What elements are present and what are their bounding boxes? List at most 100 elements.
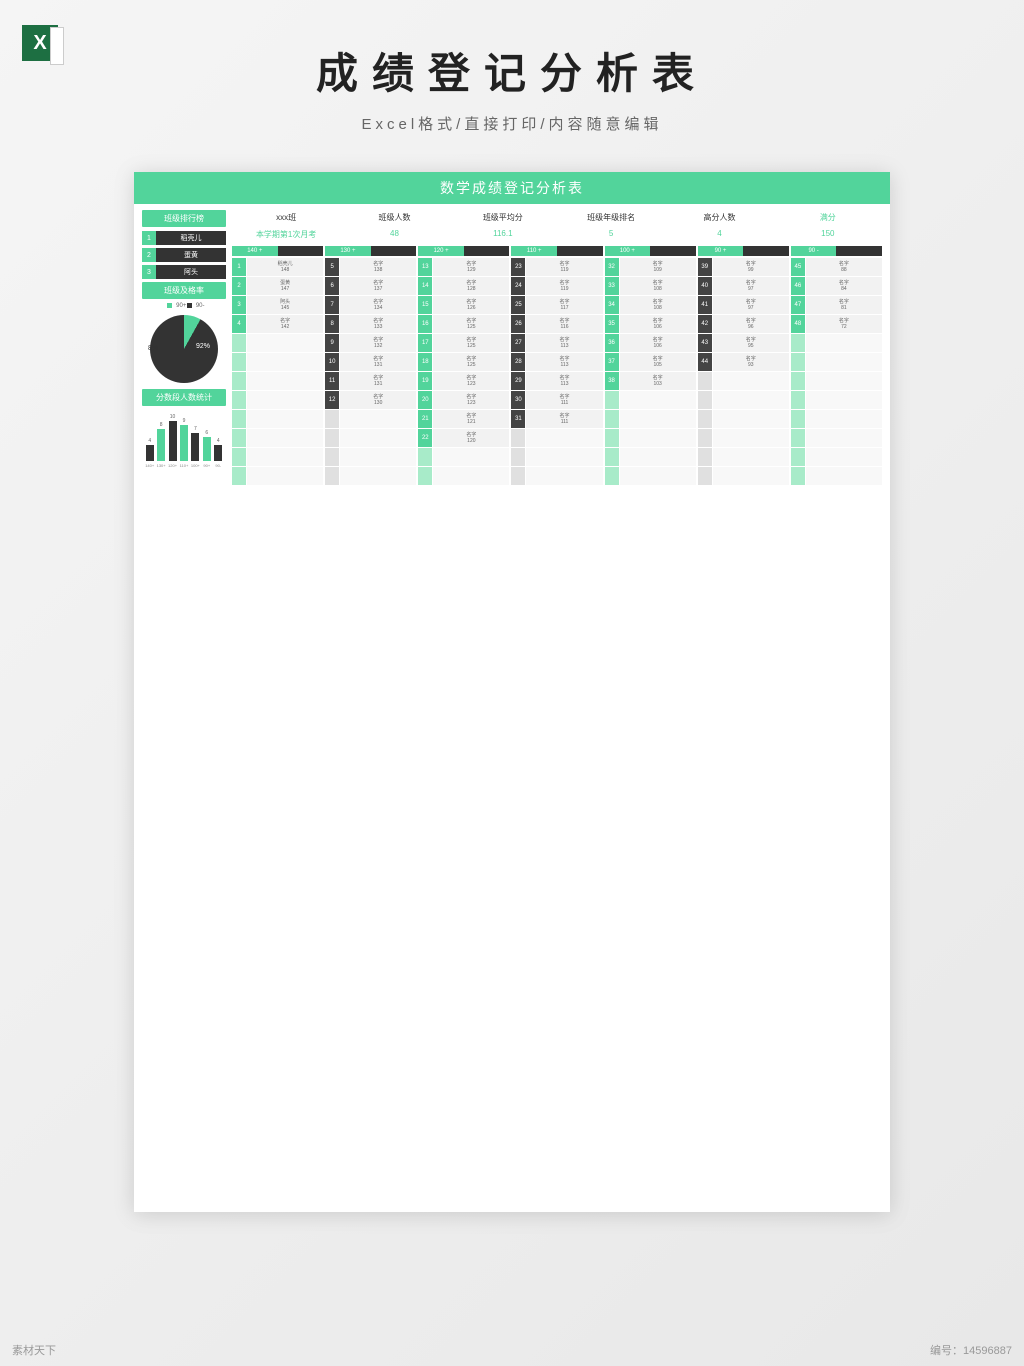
score-row: 27名字113 (511, 334, 602, 352)
score-rank: 43 (698, 334, 712, 352)
score-row-empty (511, 429, 602, 447)
score-rank: 38 (605, 372, 619, 390)
score-row: 26名字116 (511, 315, 602, 333)
score-row: 25名字117 (511, 296, 602, 314)
score-cell: 名字121 (433, 410, 509, 428)
score-row: 13名字129 (418, 258, 509, 276)
score-cell: 名字84 (806, 277, 882, 295)
score-row-empty (605, 410, 696, 428)
score-cell: 名字111 (526, 391, 602, 409)
score-rank: 34 (605, 296, 619, 314)
main-content: xxx班 班级人数 班级平均分 班级年级排名 高分人数 满分 本学期第1次月考 … (232, 210, 882, 485)
pass-rate-title: 班级及格率 (142, 282, 226, 299)
score-row: 18名字125 (418, 353, 509, 371)
bar-item: 4140+ (144, 438, 155, 468)
score-rank: 14 (418, 277, 432, 295)
score-cell: 名字119 (526, 277, 602, 295)
score-column: 5名字1386名字1377名字1348名字1339名字13210名字13111名… (325, 258, 416, 485)
score-row-empty (791, 448, 882, 466)
score-rank: 24 (511, 277, 525, 295)
score-row-empty (325, 448, 416, 466)
score-row: 1稻壳儿148 (232, 258, 323, 276)
score-cell: 阿头145 (247, 296, 323, 314)
bar-item: 490- (213, 438, 224, 468)
score-row: 29名字113 (511, 372, 602, 390)
score-row: 9名字132 (325, 334, 416, 352)
score-rank: 48 (791, 315, 805, 333)
class-label: xxx班 (232, 210, 340, 225)
score-row: 34名字108 (605, 296, 696, 314)
ranking-title: 班级排行榜 (142, 210, 226, 227)
bar-item: 690+ (201, 430, 212, 468)
score-rank: 20 (418, 391, 432, 409)
rank-number: 3 (142, 265, 156, 279)
col-header: 120 + (418, 246, 509, 256)
rank-number: 2 (142, 248, 156, 262)
count-label: 班级人数 (340, 210, 448, 225)
score-rank: 11 (325, 372, 339, 390)
score-column: 39名字9940名字9741名字9742名字9643名字9544名字93 (698, 258, 789, 485)
score-cell: 名字137 (340, 277, 416, 295)
score-rank: 12 (325, 391, 339, 409)
score-row-empty (698, 467, 789, 485)
score-rank: 19 (418, 372, 432, 390)
high-label: 高分人数 (665, 210, 773, 225)
score-rank: 30 (511, 391, 525, 409)
score-row: 37名字105 (605, 353, 696, 371)
full-label: 满分 (774, 210, 882, 225)
col-header: 100 + (605, 246, 696, 256)
score-cell: 名字130 (340, 391, 416, 409)
score-row-empty (232, 353, 323, 371)
score-rank: 17 (418, 334, 432, 352)
score-row: 8名字133 (325, 315, 416, 333)
score-rank: 25 (511, 296, 525, 314)
rank-item: 1稻壳儿 (142, 231, 226, 245)
score-row: 24名字119 (511, 277, 602, 295)
score-rank: 7 (325, 296, 339, 314)
score-row: 12名字130 (325, 391, 416, 409)
score-cell: 名字142 (247, 315, 323, 333)
score-rank: 31 (511, 410, 525, 428)
score-rank: 13 (418, 258, 432, 276)
high-val: 4 (665, 227, 773, 240)
col-header: 90 + (698, 246, 789, 256)
excel-icon (22, 25, 58, 61)
score-row: 16名字125 (418, 315, 509, 333)
score-row: 43名字95 (698, 334, 789, 352)
score-rank: 5 (325, 258, 339, 276)
rank-label: 班级年级排名 (557, 210, 665, 225)
rank-val: 5 (557, 227, 665, 240)
score-cell: 名字128 (433, 277, 509, 295)
page-header: 成绩登记分析表 Excel格式/直接打印/内容随意编辑 (0, 0, 1024, 144)
score-row: 3阿头145 (232, 296, 323, 314)
score-cell: 名字123 (433, 391, 509, 409)
score-row: 31名字111 (511, 410, 602, 428)
score-cell: 名字129 (433, 258, 509, 276)
rank-name: 蛋黄 (156, 248, 226, 262)
score-rank: 16 (418, 315, 432, 333)
score-row: 48名字72 (791, 315, 882, 333)
score-cell: 名字132 (340, 334, 416, 352)
col-header: 110 + (511, 246, 602, 256)
score-cell: 名字106 (620, 334, 696, 352)
col-header: 140 + (232, 246, 323, 256)
score-row-empty (791, 334, 882, 352)
score-cell: 名字103 (620, 372, 696, 390)
score-row: 20名字123 (418, 391, 509, 409)
score-row-empty (698, 391, 789, 409)
score-rank: 2 (232, 277, 246, 295)
score-row: 10名字131 (325, 353, 416, 371)
score-row-empty (791, 467, 882, 485)
score-cell: 名字113 (526, 372, 602, 390)
score-row: 40名字97 (698, 277, 789, 295)
score-row: 41名字97 (698, 296, 789, 314)
score-cell: 名字105 (620, 353, 696, 371)
score-row: 33名字108 (605, 277, 696, 295)
bar-item: 10120+ (167, 414, 178, 468)
score-row-empty (698, 448, 789, 466)
score-rank: 28 (511, 353, 525, 371)
score-cell: 名字97 (713, 277, 789, 295)
score-cell: 名字126 (433, 296, 509, 314)
score-row-empty (511, 448, 602, 466)
rank-name: 阿头 (156, 265, 226, 279)
